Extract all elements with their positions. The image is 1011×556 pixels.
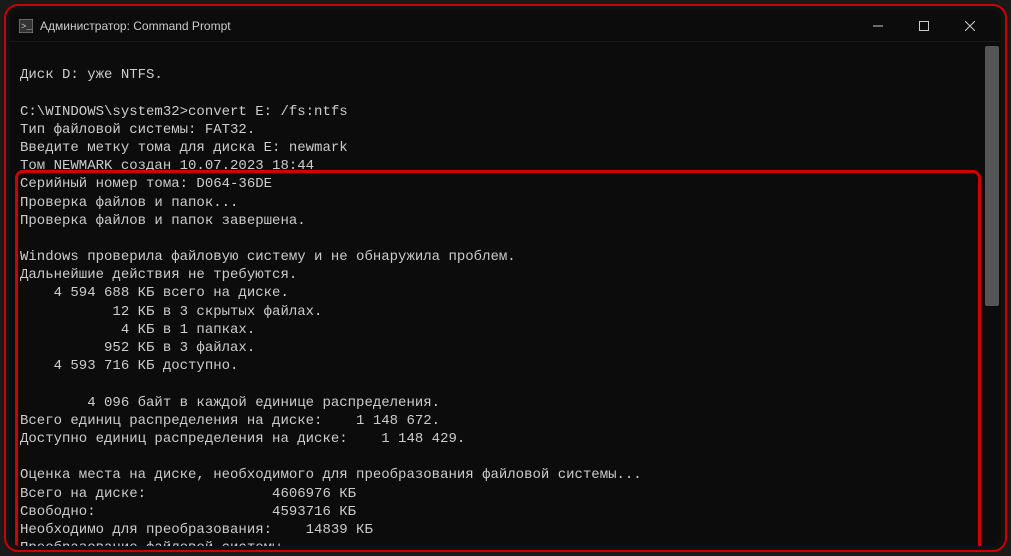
window-controls: [855, 10, 993, 42]
minimize-button[interactable]: [855, 10, 901, 42]
svg-text:>_: >_: [21, 22, 32, 32]
scrollbar-thumb[interactable]: [985, 46, 999, 306]
titlebar[interactable]: >_ Администратор: Command Prompt: [10, 10, 1001, 42]
cmd-icon: >_: [18, 18, 34, 34]
window-title: Администратор: Command Prompt: [40, 19, 855, 33]
command-prompt-window: >_ Администратор: Command Prompt Диск D:…: [10, 10, 1001, 546]
maximize-button[interactable]: [901, 10, 947, 42]
terminal-output[interactable]: Диск D: уже NTFS. C:\WINDOWS\system32>co…: [10, 42, 1001, 546]
close-button[interactable]: [947, 10, 993, 42]
